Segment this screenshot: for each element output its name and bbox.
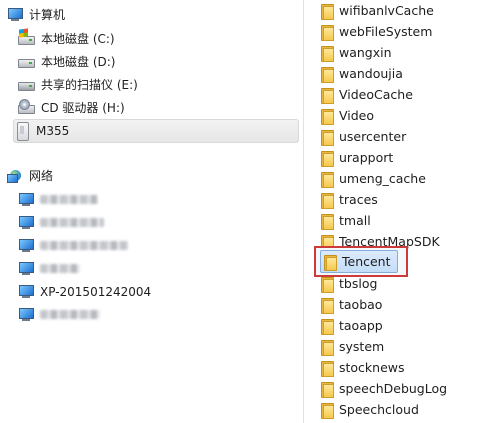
cd-drive-icon [18,98,35,114]
computer-icon [18,284,34,299]
folder-item[interactable]: Speechcloud [320,399,419,420]
tree-item-label: 网络 [29,169,54,183]
computer-icon [18,238,34,253]
tree-item-m355[interactable]: M355 [13,119,299,143]
folder-icon [323,254,337,271]
folder-name: umeng_cache [339,171,426,186]
tree-item-network[interactable]: 网络 [7,165,53,186]
folder-item[interactable]: urapport [320,147,393,168]
folder-name: wangxin [339,45,392,60]
tree-item-scanner-e[interactable]: 共享的扫描仪 (E:) [18,74,138,95]
tree-item-network-computer[interactable] [18,258,80,279]
drive-icon [18,56,35,68]
redacted-name [40,195,98,204]
folder-icon [320,108,334,125]
folder-name: wandoujia [339,66,403,81]
tree-item-network-computer[interactable] [18,212,104,233]
folder-icon [320,24,334,41]
tree-item-network-computer[interactable] [18,304,100,325]
folder-icon [320,150,334,167]
redacted-name [40,218,104,227]
scanner-drive-icon [18,79,35,91]
folder-item[interactable]: usercenter [320,126,406,147]
folder-icon [320,318,334,335]
folder-name: tbslog [339,276,378,291]
folder-icon [320,45,334,62]
folder-name: urapport [339,150,394,165]
folder-icon [320,402,334,419]
folder-name: webFileSystem [339,24,433,39]
folder-icon [320,192,334,209]
tree-item-label: M355 [36,124,70,138]
tree-item-label: CD 驱动器 (H:) [41,101,125,115]
folder-icon [320,360,334,377]
computer-icon [18,307,34,322]
folder-icon [320,171,334,188]
tree-item-network-computer[interactable] [18,235,128,256]
folder-item[interactable]: webFileSystem [320,21,432,42]
tree-item-computer[interactable]: 计算机 [7,4,65,25]
folder-item[interactable]: taoapp [320,315,383,336]
folder-name: taoapp [339,318,383,333]
folder-name: Speechcloud [339,402,419,417]
tree-item-drive-c[interactable]: 本地磁盘 (C:) [18,27,115,49]
folder-item[interactable]: umeng_cache [320,168,426,189]
folder-item[interactable]: stocknews [320,357,405,378]
redacted-name [40,310,100,319]
folder-item[interactable]: Video [320,105,374,126]
folder-item[interactable]: wangxin [320,42,392,63]
computer-icon [7,7,23,22]
folder-icon [320,297,334,314]
tree-item-label: XP-201501242004 [40,284,152,299]
folder-name: wifibanlvCache [339,3,434,18]
computer-icon [18,261,34,276]
tree-item-cd-h[interactable]: CD 驱动器 (H:) [18,97,125,118]
tree-item-label: 本地磁盘 (D:) [41,55,116,69]
folder-name: taobao [339,297,383,312]
folder-name: Video [339,108,375,123]
redacted-name [40,241,128,250]
tree-item-label: 共享的扫描仪 (E:) [41,78,138,92]
file-list: wifibanlvCache webFileSystem wangxin wan… [304,0,503,423]
folder-name: traces [339,192,378,207]
folder-item[interactable]: VideoCache [320,84,413,105]
folder-name: system [339,339,385,354]
windows-drive-icon [18,27,35,45]
folder-icon [320,339,334,356]
folder-item[interactable]: traces [320,189,378,210]
folder-name: tmall [339,213,371,228]
folder-icon [320,129,334,146]
tree-item-network-computer[interactable] [18,189,98,210]
folder-item[interactable]: system [320,336,384,357]
folder-name: speechDebugLog [339,381,448,396]
network-icon [7,168,23,183]
computer-icon [18,192,34,207]
folder-icon [320,213,334,230]
folder-item[interactable]: speechDebugLog [320,378,447,399]
tree-item-label: 本地磁盘 (C:) [41,32,115,46]
folder-icon [320,276,334,293]
computer-icon [18,215,34,230]
folder-item[interactable]: wifibanlvCache [320,0,434,21]
folder-name: VideoCache [339,87,413,102]
redacted-name [40,264,80,273]
folder-name: Tencent [342,254,391,269]
tree-item-drive-d[interactable]: 本地磁盘 (D:) [18,51,115,72]
phone-icon [17,121,29,141]
folder-item[interactable]: wandoujia [320,63,403,84]
folder-name: usercenter [339,129,407,144]
selection-highlight: Tencent [320,250,398,273]
navigation-pane: 计算机 本地磁盘 (C:) 本地磁盘 (D:) 共享的扫描仪 (E:) CD 驱… [0,0,303,423]
folder-icon [320,381,334,398]
folder-icon [320,3,334,20]
tree-item-network-computer[interactable]: XP-201501242004 [18,281,151,302]
tree-item-label: 计算机 [29,8,66,22]
folder-item[interactable]: tbslog [320,273,377,294]
folder-item[interactable]: taobao [320,294,382,315]
folder-item[interactable]: tmall [320,210,371,231]
folder-icon [320,66,334,83]
folder-name: stocknews [339,360,405,375]
folder-icon [320,87,334,104]
